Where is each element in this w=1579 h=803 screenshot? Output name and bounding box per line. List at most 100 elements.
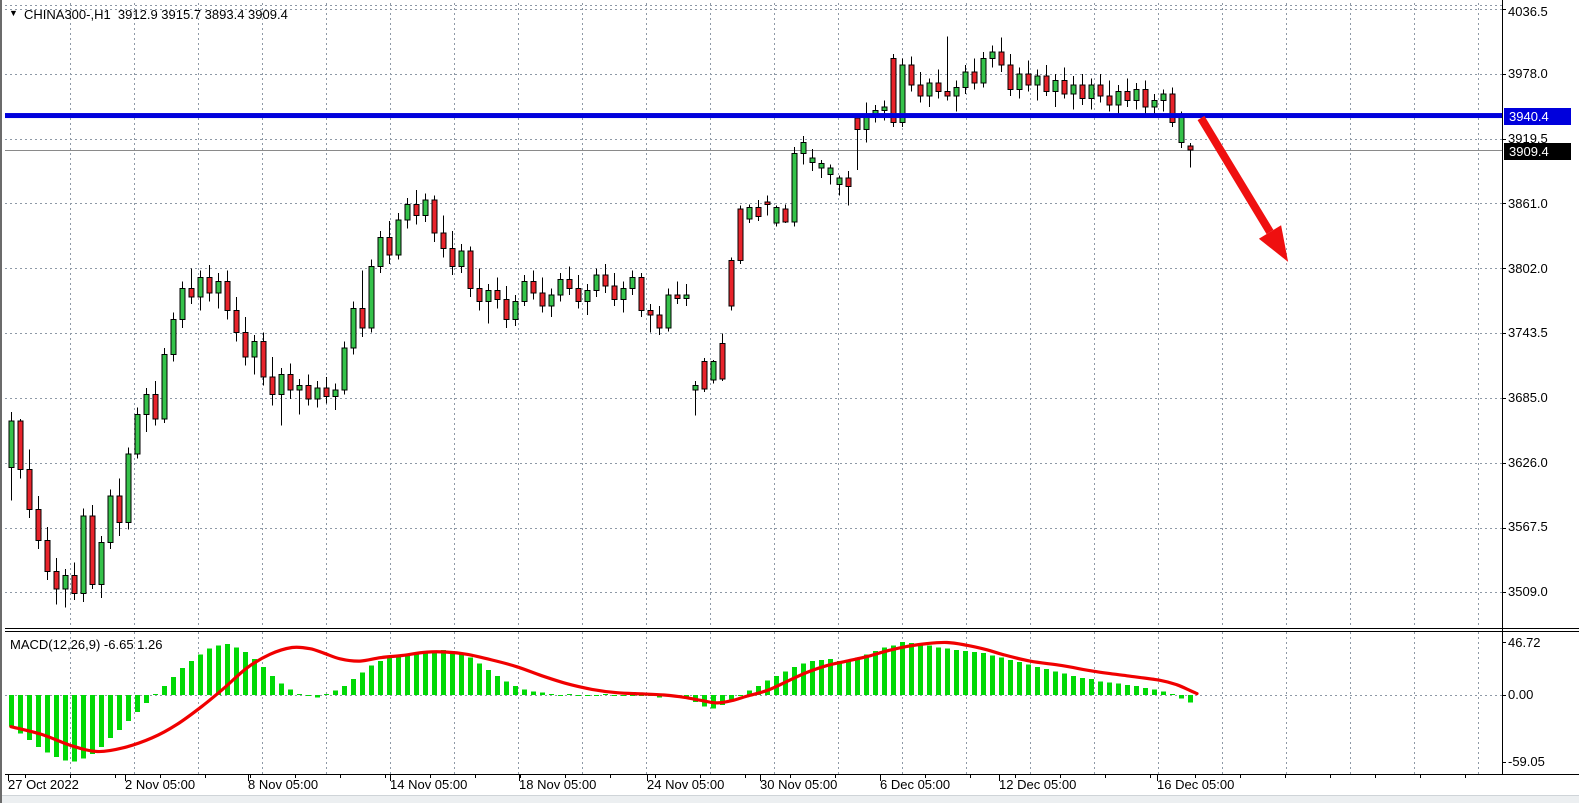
price-axis-label[interactable]: 3626.0 — [1508, 455, 1548, 470]
time-axis-label[interactable]: 12 Dec 05:00 — [999, 777, 1076, 792]
macd-bar — [396, 655, 401, 695]
candle-up — [792, 154, 797, 223]
candle-up — [810, 158, 815, 162]
macd-bar — [63, 695, 68, 761]
candle-down — [1008, 65, 1013, 89]
candle-down — [450, 249, 455, 267]
candle-down — [504, 299, 509, 319]
price-axis-label[interactable]: 3802.0 — [1508, 261, 1548, 276]
macd-bar — [441, 650, 446, 695]
macd-bar — [504, 681, 509, 695]
candle-up — [684, 295, 689, 298]
candle-up — [801, 143, 806, 154]
time-axis-label[interactable]: 30 Nov 05:00 — [760, 777, 837, 792]
macd-axis-label[interactable]: 46.72 — [1508, 635, 1541, 650]
macd-bar — [1134, 686, 1139, 695]
candle-up — [144, 394, 149, 414]
resistance-hline[interactable] — [5, 113, 1502, 118]
price-axis-label[interactable]: 3567.5 — [1508, 519, 1548, 534]
time-axis-label[interactable]: 14 Nov 05:00 — [390, 777, 467, 792]
candle-down — [387, 238, 392, 256]
candle-up — [351, 308, 356, 348]
chart-collapse-icon[interactable]: ▼ — [9, 8, 18, 18]
macd-bar — [468, 658, 473, 695]
macd-bar — [9, 695, 14, 727]
candle-down — [999, 52, 1004, 65]
price-axis-label[interactable]: 3743.5 — [1508, 325, 1548, 340]
candle-down — [495, 291, 500, 300]
candle-up — [1179, 114, 1184, 143]
macd-bar — [1161, 692, 1166, 695]
macd-bar — [495, 676, 500, 695]
candle-down — [270, 377, 275, 395]
macd-bar — [423, 653, 428, 695]
macd-bar — [117, 695, 122, 730]
macd-bar — [243, 652, 248, 695]
macd-bar — [765, 680, 770, 695]
chart-canvas[interactable] — [2, 0, 1579, 803]
candle-down — [441, 233, 446, 248]
price-axis-label[interactable]: 4036.5 — [1508, 4, 1548, 19]
candle-up — [378, 238, 383, 267]
macd-bar — [360, 672, 365, 695]
macd-bar — [549, 694, 554, 695]
macd-bar — [486, 670, 491, 695]
candle-down — [36, 509, 41, 540]
macd-bar — [99, 695, 104, 747]
time-axis-label[interactable]: 24 Nov 05:00 — [647, 777, 724, 792]
time-axis-label[interactable]: 6 Dec 05:00 — [880, 777, 950, 792]
macd-bar — [162, 686, 167, 695]
candle-down — [945, 92, 950, 96]
candle-down — [1125, 92, 1130, 101]
time-axis-label[interactable]: 8 Nov 05:00 — [248, 777, 318, 792]
price-axis-label[interactable]: 3978.0 — [1508, 66, 1548, 81]
candle-up — [594, 275, 599, 290]
candle-up — [774, 208, 779, 223]
candle-down — [891, 59, 896, 123]
candle-down — [648, 310, 653, 314]
time-axis-label[interactable]: 18 Nov 05:00 — [519, 777, 596, 792]
candle-up — [315, 388, 320, 399]
macd-bar — [603, 694, 608, 695]
candle-up — [819, 164, 824, 168]
candle-down — [225, 282, 230, 311]
candle-down — [783, 209, 788, 222]
macd-bar — [558, 695, 563, 696]
macd-bar — [90, 695, 95, 754]
candle-up — [549, 295, 554, 306]
price-axis-label[interactable]: 3861.0 — [1508, 196, 1548, 211]
macd-bar — [342, 686, 347, 695]
macd-bar — [45, 695, 50, 753]
macd-axis-label[interactable]: -59.05 — [1508, 754, 1545, 769]
macd-bar — [801, 663, 806, 695]
candle-down — [18, 421, 23, 470]
macd-bar — [54, 695, 59, 757]
macd-bar — [855, 658, 860, 695]
candle-up — [180, 288, 185, 319]
macd-bar — [981, 653, 986, 695]
macd-bar — [279, 684, 284, 695]
macd-bar — [837, 661, 842, 695]
macd-bar — [882, 648, 887, 695]
time-axis-label[interactable]: 16 Dec 05:00 — [1157, 777, 1234, 792]
candle-down — [1026, 74, 1031, 85]
macd-bar — [378, 661, 383, 695]
macd-axis-label[interactable]: 0.00 — [1508, 687, 1533, 702]
time-axis-label[interactable]: 2 Nov 05:00 — [125, 777, 195, 792]
macd-bar — [1152, 689, 1157, 695]
candle-up — [162, 355, 167, 419]
macd-bar — [324, 694, 329, 695]
macd-bar — [288, 689, 293, 695]
time-axis-label[interactable]: 27 Oct 2022 — [8, 777, 79, 792]
macd-bar — [810, 661, 815, 695]
candle-down — [468, 251, 473, 289]
candle-up — [981, 59, 986, 83]
macd-bar — [261, 667, 266, 695]
macd-bar — [1026, 664, 1031, 695]
macd-bar — [567, 694, 572, 695]
price-axis-label[interactable]: 3509.0 — [1508, 584, 1548, 599]
price-axis-label[interactable]: 3685.0 — [1508, 390, 1548, 405]
candle-up — [216, 282, 221, 293]
bottom-scroll-strip[interactable] — [2, 795, 1579, 803]
candle-down — [234, 310, 239, 332]
